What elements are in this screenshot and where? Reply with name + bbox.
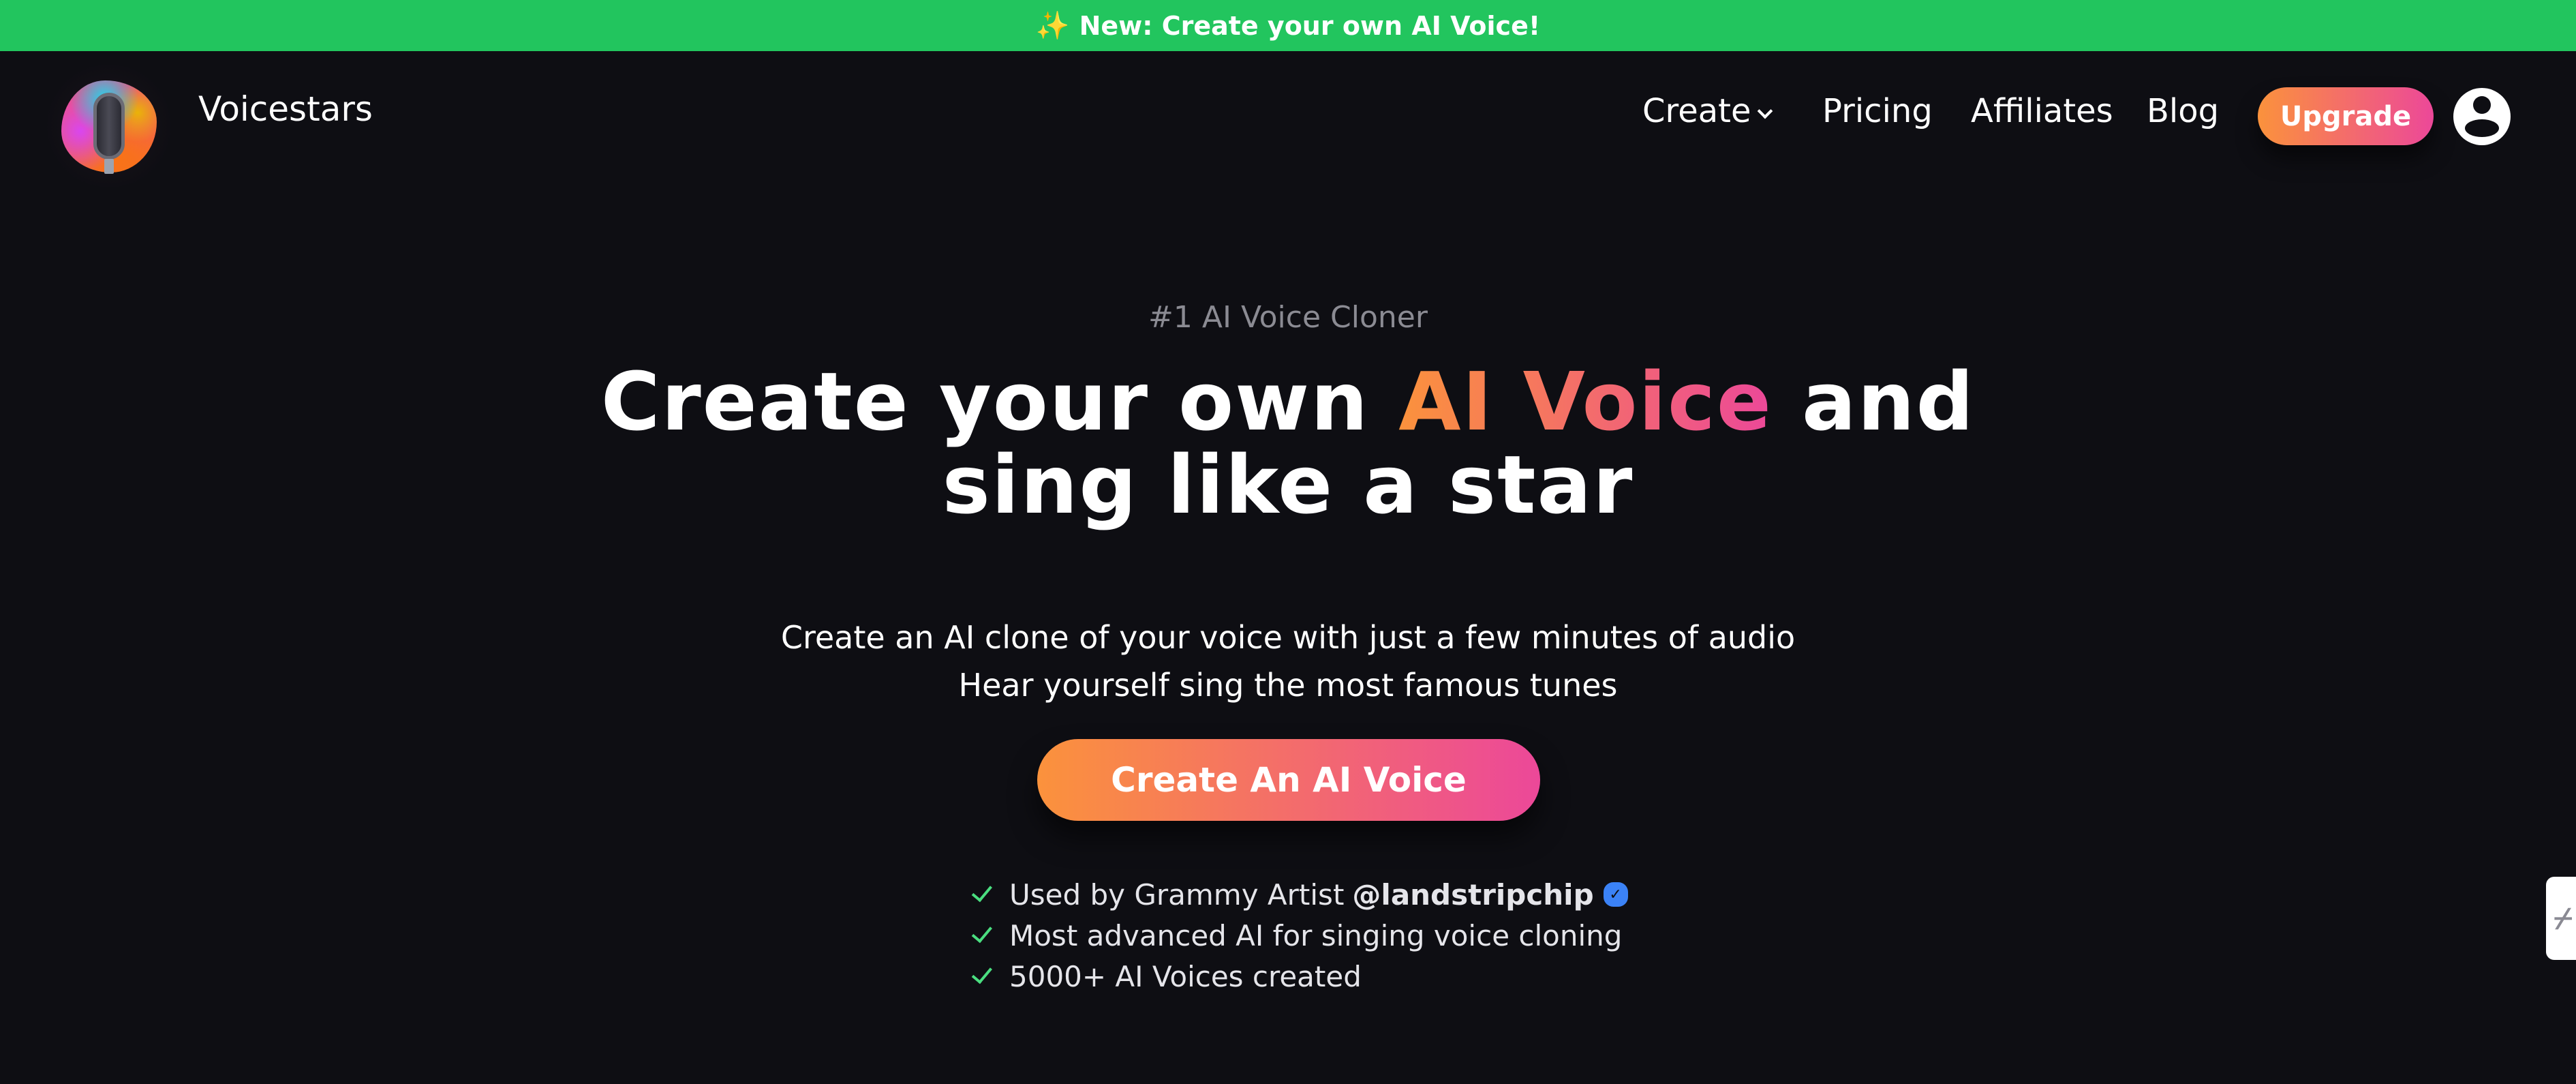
headline-part-1: Create your own	[600, 355, 1399, 449]
nav-create-dropdown[interactable]: Create	[1642, 92, 1773, 130]
check-icon	[971, 921, 992, 944]
logo-blob-icon	[61, 80, 157, 172]
artist-handle-link[interactable]: @landstripchip	[1352, 878, 1593, 912]
microphone-icon	[93, 93, 125, 160]
nav-affiliates[interactable]: Affiliates	[1971, 92, 2113, 130]
brand-name[interactable]: Voicestars	[198, 89, 373, 129]
feature-item: 5000+ AI Voices created	[971, 956, 1628, 997]
hero-headline: Create your own AI Voice and sing like a…	[0, 360, 2576, 526]
upgrade-button[interactable]: Upgrade	[2258, 87, 2434, 145]
hero-eyebrow: #1 AI Voice Cloner	[1148, 300, 1428, 335]
headline-part-2: and	[1772, 355, 1976, 449]
hero-subtitle-1: Create an AI clone of your voice with ju…	[780, 619, 1796, 656]
feature-list: Used by Grammy Artist @landstripchip ✓ M…	[971, 874, 1628, 997]
user-circle-icon[interactable]	[2453, 88, 2511, 145]
feature-item: Used by Grammy Artist @landstripchip ✓	[971, 874, 1628, 915]
avatar-head	[2473, 96, 2491, 114]
headline-line-2: sing like a star	[942, 438, 1634, 532]
sparkles-icon: ✨	[1035, 10, 1070, 42]
feature-text: Most advanced AI for singing voice cloni…	[1009, 918, 1623, 952]
nav-pricing[interactable]: Pricing	[1822, 92, 1933, 130]
announcement-banner[interactable]: ✨ New: Create your own AI Voice!	[0, 0, 2576, 51]
check-icon	[971, 962, 992, 984]
widget-logo-icon: ⌿	[2554, 901, 2573, 936]
logo[interactable]	[41, 65, 177, 187]
headline-highlight: AI Voice	[1398, 355, 1773, 449]
chevron-down-icon	[1757, 103, 1773, 119]
feature-text: Used by Grammy Artist	[1009, 877, 1345, 912]
nav-create-label: Create	[1642, 92, 1751, 130]
side-widget-tab[interactable]: ⌿	[2546, 877, 2576, 960]
verified-badge-icon: ✓	[1603, 882, 1628, 907]
nav-blog[interactable]: Blog	[2147, 92, 2219, 130]
check-icon	[971, 880, 992, 903]
top-navigation: Voicestars Create Pricing Affiliates Blo…	[0, 51, 2576, 187]
create-ai-voice-button[interactable]: Create An AI Voice	[1037, 739, 1540, 821]
feature-text: 5000+ AI Voices created	[1009, 959, 1362, 993]
avatar-body	[2465, 119, 2499, 137]
feature-item: Most advanced AI for singing voice cloni…	[971, 915, 1628, 956]
hero-subtitle-2: Hear yourself sing the most famous tunes	[958, 667, 1618, 704]
banner-text: New: Create your own AI Voice!	[1079, 10, 1541, 41]
